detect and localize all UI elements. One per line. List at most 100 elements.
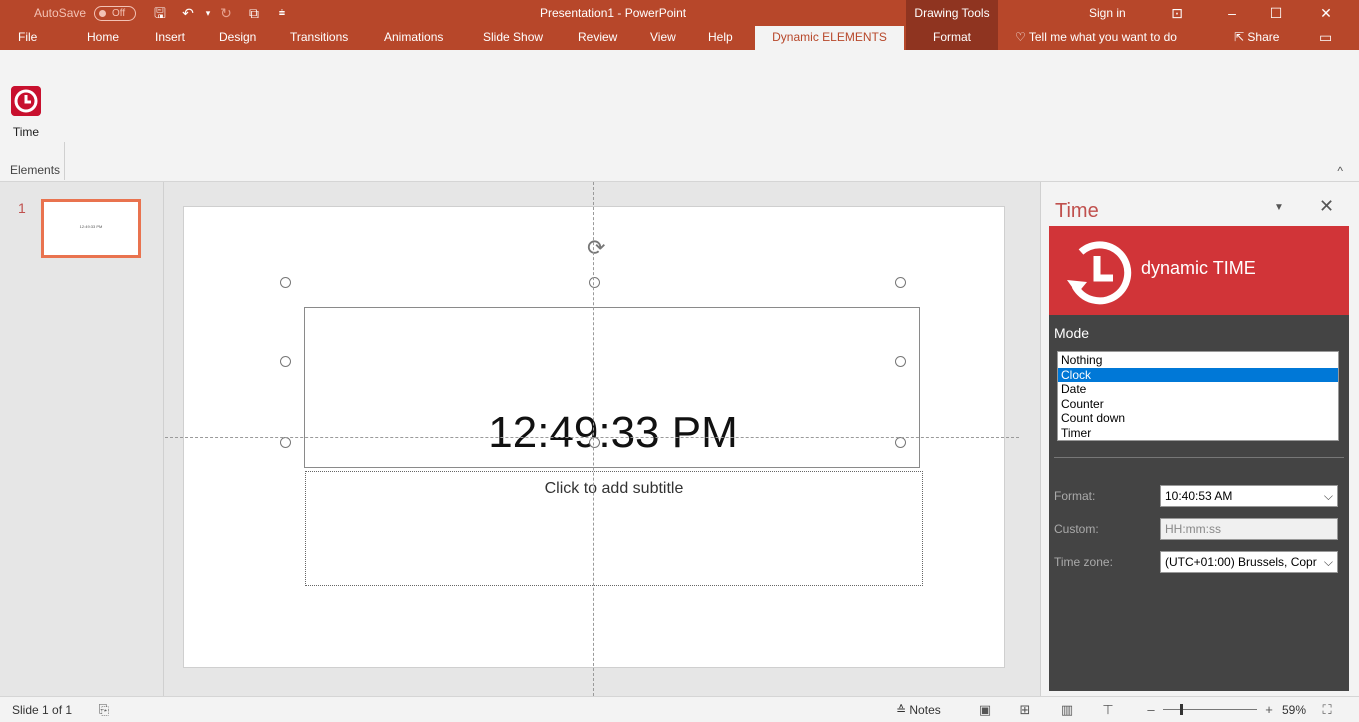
subtitle-placeholder[interactable]: Click to add subtitle <box>305 471 923 586</box>
resize-handle[interactable] <box>589 437 600 448</box>
zoom-slider[interactable] <box>1163 709 1257 710</box>
status-bar: Slide 1 of 1 ⎘ ≙ Notes ▣ ⊞ ▥ ⊤ – + 59% ⛶ <box>0 696 1359 722</box>
chevron-down-icon: ⌵ <box>1323 489 1333 503</box>
mode-option-date[interactable]: Date <box>1058 382 1338 397</box>
rotate-handle-icon[interactable]: ⟳ <box>587 235 605 261</box>
time-task-pane: Time ▼ ✕ dynamic TIME Mode Nothing Clock… <box>1040 182 1359 696</box>
mode-option-nothing[interactable]: Nothing <box>1058 353 1338 368</box>
pane-divider <box>1054 457 1344 458</box>
reading-view-icon[interactable]: ▥ <box>1056 697 1078 722</box>
resize-handle[interactable] <box>895 277 906 288</box>
mode-option-clock[interactable]: Clock <box>1058 367 1338 382</box>
notes-label: Notes <box>909 703 941 717</box>
tab-slide-show[interactable]: Slide Show <box>483 26 543 50</box>
notes-button[interactable]: ≙ Notes <box>896 697 941 722</box>
time-button-label: Time <box>12 125 40 139</box>
customize-qat-icon[interactable]: ⩧ <box>272 0 292 26</box>
mode-option-counter[interactable]: Counter <box>1058 397 1338 412</box>
format-select[interactable]: 10:40:53 AM ⌵ <box>1160 485 1338 507</box>
tab-animations[interactable]: Animations <box>384 26 443 50</box>
slide-thumbnail[interactable]: 12:49:33 PM <box>41 199 141 258</box>
tell-me-search[interactable]: ♡ Tell me what you want to do <box>1015 26 1177 50</box>
sign-in-link[interactable]: Sign in <box>1089 0 1126 26</box>
maximize-button[interactable]: ☐ <box>1256 0 1296 26</box>
lightbulb-icon: ♡ <box>1015 30 1029 44</box>
mode-option-timer[interactable]: Timer <box>1058 426 1338 441</box>
zoom-slider-thumb[interactable] <box>1180 704 1183 715</box>
mode-option-count-down[interactable]: Count down <box>1058 411 1338 426</box>
start-slideshow-icon[interactable]: ⧉ <box>244 0 264 26</box>
fit-slide-icon[interactable]: ⛶ <box>1316 697 1338 722</box>
resize-handle[interactable] <box>589 277 600 288</box>
undo-icon[interactable]: ↶ <box>178 0 198 26</box>
spell-check-icon[interactable]: ⎘ <box>93 697 115 722</box>
tab-dynamic-elements[interactable]: Dynamic ELEMENTS <box>755 26 904 50</box>
comments-icon[interactable]: ▭ <box>1319 26 1332 50</box>
autosave-label: AutoSave <box>34 6 87 20</box>
resize-handle[interactable] <box>895 437 906 448</box>
mode-label: Mode <box>1054 325 1090 341</box>
collapse-ribbon-icon[interactable]: ^ <box>1337 164 1343 178</box>
autosave-toggle[interactable]: Off <box>94 6 136 21</box>
tab-home[interactable]: Home <box>87 26 119 50</box>
document-title: Presentation1 - PowerPoint <box>540 6 687 20</box>
autosave-state: Off <box>112 8 126 19</box>
horizontal-guide <box>165 437 1019 438</box>
pane-settings: Mode Nothing Clock Date Counter Count do… <box>1049 315 1349 691</box>
close-button[interactable]: ✕ <box>1306 0 1346 26</box>
dynamic-time-logo-icon <box>1067 241 1132 305</box>
tab-format[interactable]: Format <box>906 26 998 50</box>
slideshow-view-icon[interactable]: ⊤ <box>1097 697 1119 722</box>
elements-group-label: Elements <box>10 163 61 177</box>
resize-handle[interactable] <box>895 356 906 367</box>
tab-view[interactable]: View <box>650 26 676 50</box>
title-row: AutoSave Off 🖫 ↶ ▾ ↻ ⧉ ⩧ Presentation1 -… <box>0 0 1359 26</box>
drawing-tools-label: Drawing Tools <box>906 0 998 26</box>
share-label: Share <box>1247 30 1280 44</box>
zoom-level[interactable]: 59% <box>1282 697 1306 722</box>
resize-handle[interactable] <box>280 356 291 367</box>
share-icon: ⇱ <box>1234 30 1248 44</box>
toggle-dot-icon <box>99 10 106 17</box>
tab-help[interactable]: Help <box>708 26 733 50</box>
save-icon[interactable]: 🖫 <box>150 0 170 26</box>
title-placeholder[interactable]: 12:49:33 PM <box>304 307 920 468</box>
tell-me-text: Tell me what you want to do <box>1028 30 1177 44</box>
ribbon-tabs: File Home Insert Design Transitions Anim… <box>0 26 1359 50</box>
resize-handle[interactable] <box>280 437 291 448</box>
tab-transitions[interactable]: Transitions <box>290 26 348 50</box>
chevron-down-icon: ⌵ <box>1321 552 1333 572</box>
tab-review[interactable]: Review <box>578 26 617 50</box>
ribbon-display-options-icon[interactable]: ⊡ <box>1157 0 1197 26</box>
slide-count: Slide 1 of 1 <box>12 703 73 717</box>
ribbon: Time Elements ^ <box>0 50 1359 182</box>
format-value: 10:40:53 AM <box>1165 489 1233 503</box>
share-button[interactable]: ⇱ Share <box>1234 26 1279 50</box>
title-bar: AutoSave Off 🖫 ↶ ▾ ↻ ⧉ ⩧ Presentation1 -… <box>0 0 1359 50</box>
tab-insert[interactable]: Insert <box>155 26 185 50</box>
format-label: Format: <box>1054 489 1096 503</box>
time-button[interactable]: Time <box>6 86 46 139</box>
redo-icon[interactable]: ↻ <box>216 0 236 26</box>
pane-close-icon[interactable]: ✕ <box>1319 196 1334 217</box>
zoom-in-icon[interactable]: + <box>1258 697 1280 722</box>
subtitle-text[interactable]: Click to add subtitle <box>306 480 922 498</box>
tab-design[interactable]: Design <box>219 26 256 50</box>
pane-options-icon[interactable]: ▼ <box>1274 202 1284 213</box>
mode-listbox[interactable]: Nothing Clock Date Counter Count down Ti… <box>1057 351 1339 441</box>
tab-file[interactable]: File <box>18 26 37 50</box>
timezone-select[interactable]: (UTC+01:00) Brussels, Copr ⌵ <box>1160 551 1338 573</box>
resize-handle[interactable] <box>280 277 291 288</box>
clock-icon <box>11 86 41 116</box>
custom-format-input[interactable]: HH:mm:ss <box>1160 518 1338 540</box>
minimize-button[interactable]: – <box>1212 0 1252 26</box>
normal-view-icon[interactable]: ▣ <box>974 697 996 722</box>
timezone-label: Time zone: <box>1054 555 1113 569</box>
title-text[interactable]: 12:49:33 PM <box>305 408 921 458</box>
zoom-out-icon[interactable]: – <box>1140 697 1162 722</box>
undo-dropdown-icon[interactable]: ▾ <box>198 0 218 26</box>
group-divider <box>64 142 65 180</box>
slide-sorter-icon[interactable]: ⊞ <box>1014 697 1036 722</box>
thumbnail-pane: 1 12:49:33 PM <box>0 182 164 696</box>
timezone-value: (UTC+01:00) Brussels, Copr <box>1165 555 1317 569</box>
